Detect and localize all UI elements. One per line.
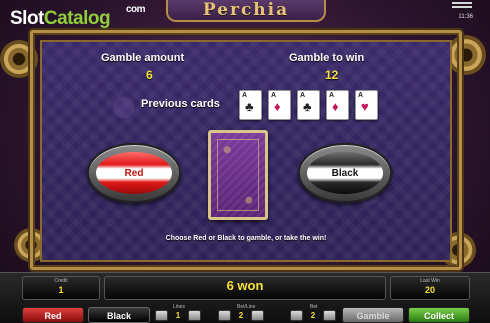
clock: 11:36 <box>458 14 473 20</box>
bet-line-minus-button[interactable] <box>218 310 231 321</box>
bet-stepper: 2 <box>290 310 336 321</box>
bet-line-stepper: 2 <box>218 310 264 321</box>
credit-label: Credit <box>54 278 68 284</box>
lines-plus-button[interactable] <box>188 310 201 321</box>
logo-text-catalog: Catalog <box>43 8 111 29</box>
previous-card: A ♥ <box>355 90 378 120</box>
previous-card-suit-icon: ♣ <box>303 99 312 114</box>
last-win-box: Last Win 20 <box>390 276 470 300</box>
lines-minus-button[interactable] <box>155 310 168 321</box>
gamble-card-back <box>208 130 268 220</box>
lines-value: 1 <box>175 311 181 320</box>
previous-card-rank: A <box>329 92 335 99</box>
logo-text-slot: Slot <box>10 8 44 29</box>
collect-button[interactable]: Collect <box>408 307 470 323</box>
previous-card: A ♣ <box>297 90 320 120</box>
game-title-plate: Perchia <box>166 0 326 22</box>
previous-card: A ♦ <box>326 90 349 120</box>
lines-stepper: 1 <box>155 310 201 321</box>
game-screen: Perchia SlotCatalog com 11:36 Gamble amo… <box>0 0 490 323</box>
previous-card-suit-icon: ♦ <box>332 99 339 114</box>
previous-card-suit-icon: ♣ <box>245 99 254 114</box>
previous-card-rank: A <box>358 92 364 99</box>
bet-line-value: 2 <box>238 311 244 320</box>
gamble-amount-label: Gamble amount <box>101 52 185 64</box>
black-choice-label: Black <box>307 152 383 194</box>
previous-cards: A ♣ A ♦ A ♣ A ♦ A ♥ <box>239 90 378 120</box>
black-button[interactable]: Black <box>88 307 150 323</box>
previous-card: A ♦ <box>268 90 291 120</box>
game-title: Perchia <box>202 0 290 20</box>
previous-card-rank: A <box>300 92 306 99</box>
credit-box: Credit 1 <box>22 276 100 300</box>
last-win-label: Last Win <box>420 278 440 284</box>
previous-card-suit-icon: ♦ <box>274 99 281 114</box>
bet-line-plus-button[interactable] <box>251 310 264 321</box>
previous-card-rank: A <box>271 92 277 99</box>
instruction-text: Choose Red or Black to gamble, or take t… <box>165 235 327 242</box>
black-choice-button[interactable]: Black <box>298 143 392 203</box>
menu-icon[interactable] <box>452 2 472 8</box>
gamble-button[interactable]: Gamble <box>342 307 404 323</box>
gamble-to-win-value: 12 <box>325 68 339 82</box>
logo-text-suffix: com <box>126 4 146 15</box>
previous-card: A ♣ <box>239 90 262 120</box>
gamble-to-win-label: Gamble to win <box>289 52 365 64</box>
bet-value: 2 <box>310 311 316 320</box>
red-button[interactable]: Red <box>22 307 84 323</box>
site-logo: SlotCatalog com <box>10 4 146 30</box>
bet-plus-button[interactable] <box>323 310 336 321</box>
gamble-amount-value: 6 <box>146 68 153 82</box>
credit-value: 1 <box>58 285 64 295</box>
previous-card-rank: A <box>242 92 248 99</box>
red-choice-label: Red <box>96 152 172 194</box>
last-win-value: 20 <box>424 285 435 295</box>
won-text: 6 won <box>226 278 264 293</box>
previous-cards-label: Previous cards <box>141 98 220 110</box>
red-choice-button[interactable]: Red <box>87 143 181 203</box>
bet-minus-button[interactable] <box>290 310 303 321</box>
previous-card-suit-icon: ♥ <box>361 99 369 114</box>
